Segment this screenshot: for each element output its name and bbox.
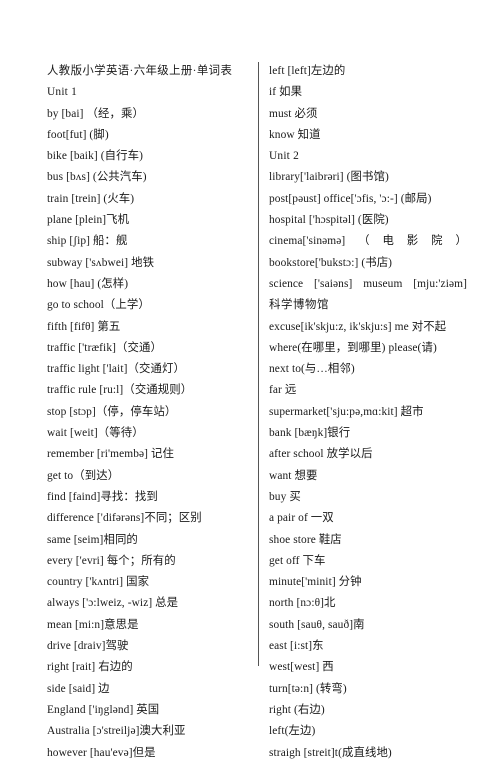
vocabulary-line: east [i:st]东 (269, 640, 324, 653)
vocabulary-line: get off 下车 (269, 554, 326, 567)
vocabulary-line: turn[tə:n] (转弯) (269, 682, 347, 695)
vocabulary-line: supermarket['sju:pə,mɑ:kit] 超市 (269, 405, 424, 418)
vocabulary-line: bookstore['bukstɔ:] (书店) (269, 256, 393, 269)
vocabulary-line: Australia [ɔ'streiljə]澳大利亚 (47, 725, 186, 738)
vocabulary-line: mean [mi:n]意思是 (47, 618, 139, 631)
right-text-column: left [left]左边的 if 如果 must 必须 know 知道 Unit 2 l… (257, 61, 467, 764)
vocabulary-columns: 人教版小学英语·六年级上册·单词表 Unit 1 by [bai] （经，乘） foo… (47, 61, 467, 764)
vocabulary-line: left(左边) (269, 725, 316, 738)
vocabulary-line: west[west] 西 (269, 661, 334, 674)
vocabulary-line: traffic rule [ru:l]（交通规则） (47, 384, 193, 397)
vocabulary-line: science ['saiəns] museum [mju:'ziəm] (269, 274, 467, 295)
vocabulary-line: subway ['sʌbwei] 地铁 (47, 256, 155, 269)
vocabulary-line: same [seim]相同的 (47, 533, 138, 546)
vocabulary-line: after school 放学以后 (269, 448, 373, 461)
vocabulary-line: want 想要 (269, 469, 318, 482)
unit-heading: Unit 2 (269, 150, 299, 163)
vocabulary-line: right (右边) (269, 703, 325, 716)
vocabulary-line: England ['iŋglənd] 英国 (47, 703, 160, 716)
vocabulary-line: cinema['sinəmə] （ 电影院 ） (269, 231, 467, 252)
vocabulary-line: go to school（上学） (47, 299, 150, 312)
vocabulary-line: must 必须 (269, 107, 318, 120)
vocabulary-line-segment: 电 (382, 235, 394, 248)
vocabulary-line: ship [ʃip] 船：舰 (47, 235, 128, 248)
vocabulary-line: if 如果 (269, 86, 303, 99)
vocabulary-line: library['laibrəri] (图书馆) (269, 171, 389, 184)
vocabulary-line: bank [bæŋk]银行 (269, 427, 351, 440)
vocabulary-line: next to(与…相邻) (269, 363, 355, 376)
vocabulary-line: south [sauθ, sauð]南 (269, 618, 365, 631)
vocabulary-line: traffic light ['lait]（交通灯） (47, 363, 185, 376)
vocabulary-line: minute['minit] 分钟 (269, 576, 362, 589)
vocabulary-line: right [rait] 右边的 (47, 661, 133, 674)
vocabulary-line: how [hau] (怎样) (47, 277, 129, 290)
vocabulary-line: a pair of 一双 (269, 512, 334, 525)
vocabulary-line: bike [baik] (自行车) (47, 150, 143, 163)
vocabulary-line: country ['kʌntri] 国家 (47, 576, 150, 589)
vocabulary-line: buy 买 (269, 490, 301, 503)
vocabulary-line: fifth [fifθ] 第五 (47, 320, 121, 333)
vocabulary-line: hospital ['hɔspitəl] (医院) (269, 214, 389, 227)
vocabulary-line: get to（到达） (47, 469, 120, 482)
vocabulary-line-segment: cinema['sinəmə] (269, 235, 346, 248)
vocabulary-line: always ['ɔ:lweiz, -wiz] 总是 (47, 597, 179, 610)
vocabulary-line-segment: [mju:'ziəm] (413, 277, 467, 290)
vocabulary-line: far 远 (269, 384, 297, 397)
vocabulary-line: every ['evri] 每个；所有的 (47, 554, 176, 567)
vocabulary-line: excuse[ik'skju:z, ik'skju:s] me 对不起 (269, 320, 447, 333)
vocabulary-line: left [left]左边的 (269, 65, 346, 77)
vocabulary-line: plane [plein]飞机 (47, 214, 130, 227)
unit-heading: Unit 1 (47, 86, 77, 99)
vocabulary-line: where(在哪里，到哪里) please(请) (269, 341, 437, 354)
document-page: 人教版小学英语·六年级上册·单词表 Unit 1 by [bai] （经，乘） foo… (0, 0, 504, 759)
vocabulary-line: traffic ['træfik]（交通） (47, 341, 162, 354)
vocabulary-line: however [hau'evə]但是 (47, 746, 156, 759)
vocabulary-line-segment: 院 (431, 235, 443, 248)
page-title: 人教版小学英语·六年级上册·单词表 (47, 65, 233, 77)
vocabulary-line-segment: （ (358, 235, 370, 248)
vocabulary-line-segment: 影 (406, 235, 419, 248)
vocabulary-line: stop [stɔp]（停，停车站） (47, 405, 177, 418)
vocabulary-line: by [bai] （经，乘） (47, 107, 144, 120)
vocabulary-line: wait [weit]（等待） (47, 427, 144, 440)
vocabulary-line: train [trein] (火车) (47, 192, 135, 205)
vocabulary-line: find [faind]寻找：找到 (47, 490, 158, 503)
vocabulary-line-segment: science (269, 277, 304, 290)
vocabulary-line-segment: museum (363, 277, 403, 290)
vocabulary-line: foot[fut] (脚) (47, 128, 109, 141)
vocabulary-line: side [said] 边 (47, 682, 110, 695)
vocabulary-line-segment: ） (455, 235, 467, 248)
vocabulary-line: know 知道 (269, 128, 321, 141)
vocabulary-line: post[pəust] office['ɔfis, 'ɔ:-] (邮局) (269, 192, 432, 205)
vocabulary-line: remember [ri'membə] 记住 (47, 448, 174, 461)
left-text-column: 人教版小学英语·六年级上册·单词表 Unit 1 by [bai] （经，乘） foo… (47, 61, 257, 764)
vocabulary-line: north [nɔ:θ]北 (269, 597, 336, 610)
vocabulary-line: straigh [streit]t(成直线地) (269, 746, 392, 759)
vocabulary-line: bus [bʌs] (公共汽车) (47, 171, 147, 184)
vocabulary-line: drive [draiv]驾驶 (47, 640, 129, 653)
vocabulary-line: difference ['difərəns]不同；区别 (47, 512, 202, 525)
vocabulary-line: shoe store 鞋店 (269, 533, 342, 546)
vocabulary-line-segment: ['saiəns] (314, 277, 353, 290)
vocabulary-line: 科学博物馆 (269, 299, 329, 312)
